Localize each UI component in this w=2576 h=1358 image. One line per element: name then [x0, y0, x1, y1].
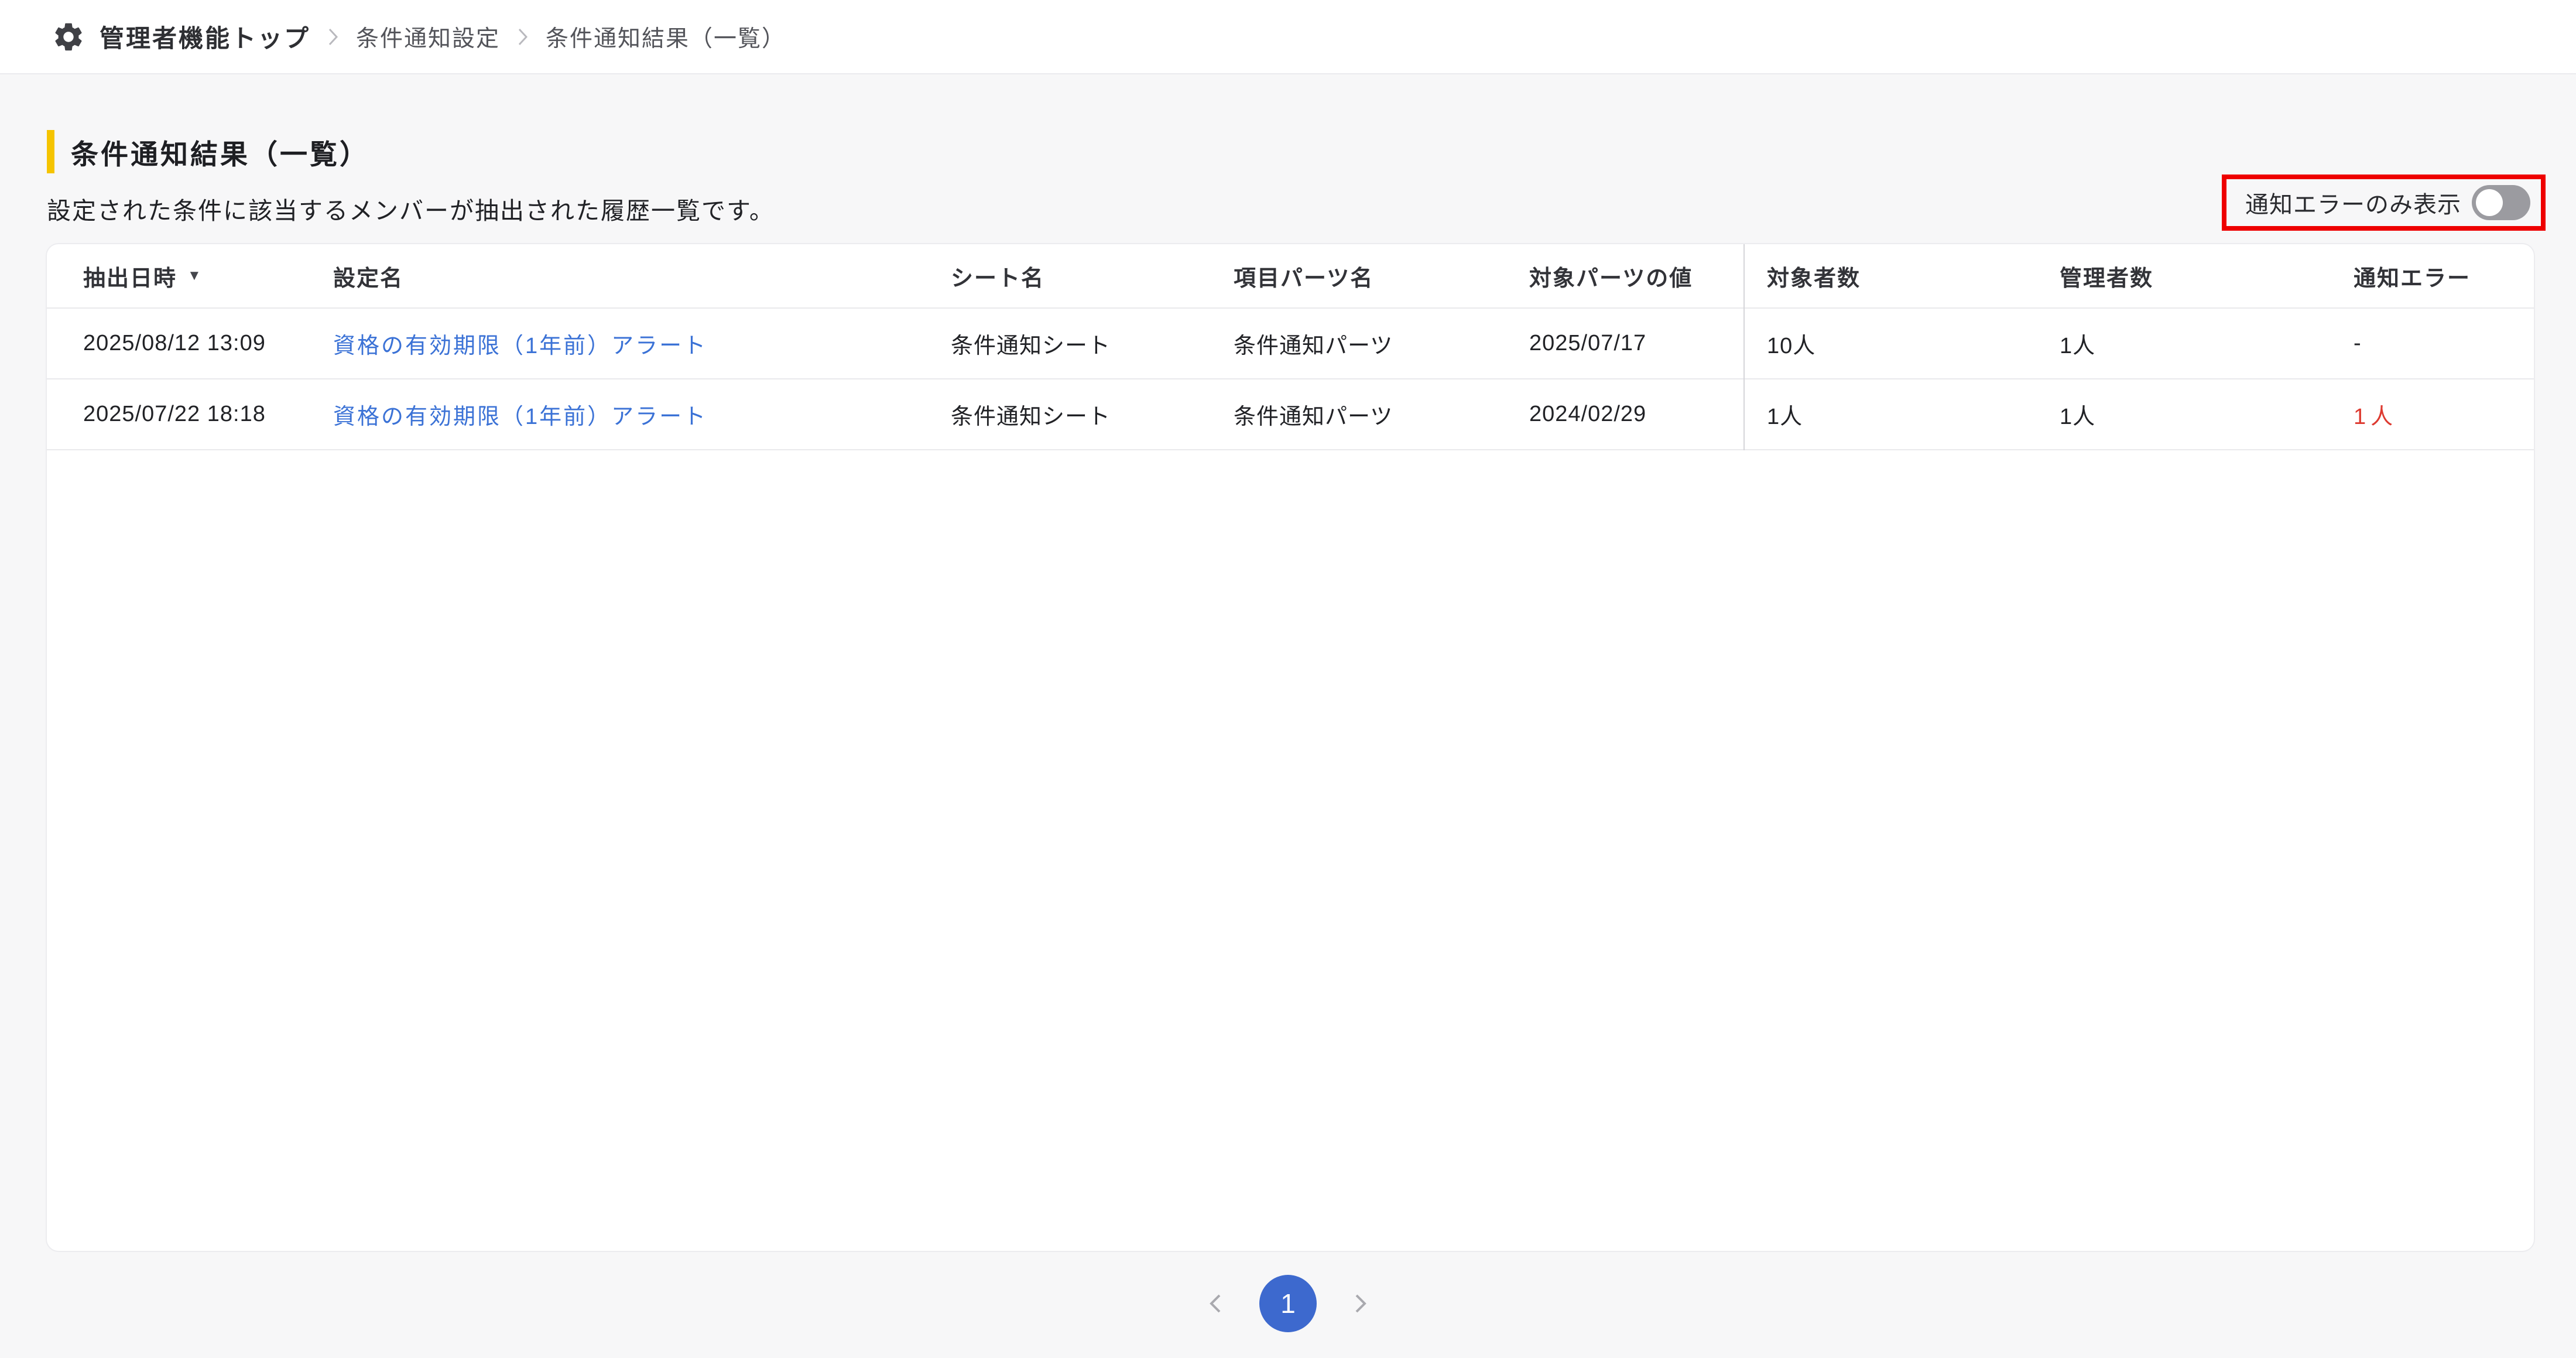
table-header-row: 抽出日時 ▼ 設定名 シート名 項目パーツ名 対象パーツの値 対象者数 管理者数…	[47, 244, 2534, 309]
cell-sheet-name: 条件通知シート	[951, 327, 1234, 360]
results-card: 抽出日時 ▼ 設定名 シート名 項目パーツ名 対象パーツの値 対象者数 管理者数…	[46, 243, 2535, 1252]
annotation-highlight: 通知エラーのみ表示	[2222, 175, 2546, 231]
topbar: 管理者機能トップ 条件通知設定 条件通知結果（一覧）	[0, 0, 2576, 74]
cell-target-part-value: 2024/02/29	[1529, 402, 1767, 427]
error-only-toggle-label: 通知エラーのみ表示	[2245, 186, 2461, 220]
chevron-right-icon	[1347, 1291, 1373, 1316]
breadcrumb-item-admin-top[interactable]: 管理者機能トップ	[52, 19, 310, 54]
column-header-target-part-value: 対象パーツの値	[1529, 260, 1767, 292]
page-description: 設定された条件に該当するメンバーが抽出された履歴一覧です。	[47, 191, 775, 226]
column-header-notify-error: 通知エラー	[2354, 260, 2534, 292]
table-row: 2025/08/12 13:09 資格の有効期限（1年前）アラート 条件通知シー…	[47, 309, 2534, 379]
column-header-label: 抽出日時	[83, 260, 177, 292]
breadcrumb-separator-icon	[327, 26, 340, 48]
current-page-button[interactable]: 1	[1259, 1275, 1317, 1332]
cell-extracted-at: 2025/08/12 13:09	[83, 331, 333, 356]
page-heading: 条件通知結果（一覧）	[47, 130, 369, 173]
cell-target-count: 10人	[1767, 327, 2060, 360]
column-header-admin-count: 管理者数	[2060, 260, 2354, 292]
title-accent-bar	[47, 130, 54, 173]
cell-admin-count: 1人	[2060, 398, 2354, 430]
table-row: 2025/07/22 18:18 資格の有効期限（1年前）アラート 条件通知シー…	[47, 379, 2534, 450]
cell-notify-error: -	[2354, 331, 2534, 356]
fixed-column-divider	[1743, 244, 1745, 450]
cell-item-part-name: 条件通知パーツ	[1234, 398, 1529, 430]
results-table: 抽出日時 ▼ 設定名 シート名 項目パーツ名 対象パーツの値 対象者数 管理者数…	[47, 244, 2534, 450]
page-title: 条件通知結果（一覧）	[71, 132, 369, 172]
column-header-setting-name: 設定名	[333, 260, 951, 292]
breadcrumb-root-label: 管理者機能トップ	[100, 19, 310, 54]
sort-desc-icon[interactable]: ▼	[187, 268, 203, 284]
column-header-target-count: 対象者数	[1767, 260, 2060, 292]
setting-name-link[interactable]: 資格の有効期限（1年前）アラート	[333, 405, 707, 429]
column-header-extracted-at[interactable]: 抽出日時 ▼	[83, 260, 333, 292]
cell-target-part-value: 2025/07/17	[1529, 331, 1767, 356]
prev-page-button[interactable]	[1203, 1291, 1229, 1316]
pagination: 1	[0, 1275, 2576, 1332]
breadcrumb-item-notify-results: 条件通知結果（一覧）	[546, 20, 786, 53]
cell-item-part-name: 条件通知パーツ	[1234, 327, 1529, 360]
cell-target-count: 1人	[1767, 398, 2060, 430]
cell-admin-count: 1人	[2060, 327, 2354, 360]
breadcrumb-item-notify-settings[interactable]: 条件通知設定	[356, 20, 500, 53]
next-page-button[interactable]	[1347, 1291, 1373, 1316]
chevron-left-icon	[1203, 1291, 1229, 1316]
cell-sheet-name: 条件通知シート	[951, 398, 1234, 430]
error-only-toggle[interactable]	[2472, 185, 2530, 220]
column-header-sheet-name: シート名	[951, 260, 1234, 292]
setting-name-link[interactable]: 資格の有効期限（1年前）アラート	[333, 334, 707, 358]
gear-icon	[52, 20, 85, 54]
cell-notify-error: 1人	[2354, 398, 2534, 430]
toggle-knob	[2476, 189, 2503, 216]
breadcrumb-separator-icon	[516, 26, 529, 48]
column-header-item-part-name: 項目パーツ名	[1234, 260, 1529, 292]
cell-extracted-at: 2025/07/22 18:18	[83, 402, 333, 427]
